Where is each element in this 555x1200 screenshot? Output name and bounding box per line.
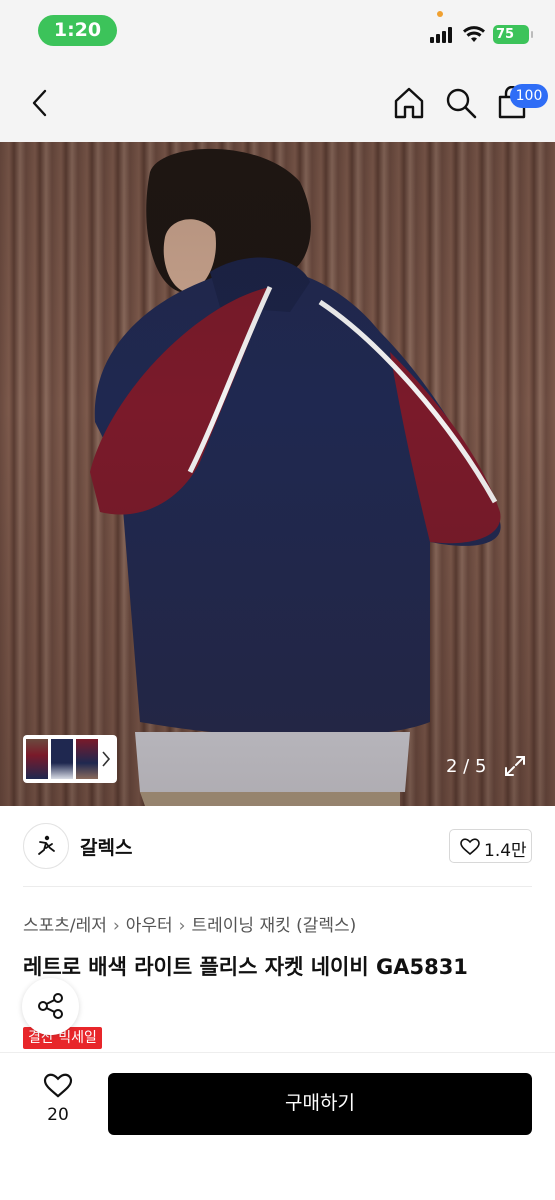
brand-logo-mark xyxy=(38,835,55,855)
brand-name[interactable]: 갈렉스 xyxy=(80,833,132,860)
battery-indicator: 75 xyxy=(493,25,533,44)
brand-like-count: 1.4만 xyxy=(484,841,527,861)
product-image-gallery[interactable]: 2 / 5 xyxy=(0,142,555,806)
gallery-page-counter: 2 / 5 xyxy=(446,756,487,777)
wishlist-button[interactable]: 20 xyxy=(38,1073,78,1153)
breadcrumb-item-2[interactable]: 아우터 xyxy=(126,916,173,936)
breadcrumb: 스포츠/레저 › 아우터 › 트레이닝 재킷 (갈렉스) xyxy=(23,911,356,936)
share-button[interactable] xyxy=(22,978,79,1035)
thumbnail-3[interactable] xyxy=(76,739,98,779)
product-title: 레트로 배색 라이트 플리스 자켓 네이비 GA5831 xyxy=(23,955,468,979)
brand-like-button[interactable]: 1.4만 xyxy=(449,829,532,863)
wifi-icon xyxy=(463,26,485,42)
section-divider xyxy=(23,886,532,887)
search-icon[interactable] xyxy=(444,86,478,120)
chevron-right-icon[interactable] xyxy=(101,749,111,769)
chevron-right-icon: › xyxy=(112,916,120,936)
expand-icon[interactable] xyxy=(503,754,527,778)
gallery-thumbnail-strip[interactable] xyxy=(23,735,117,783)
heart-icon xyxy=(460,838,480,856)
brand-logo[interactable] xyxy=(23,823,69,869)
home-icon[interactable] xyxy=(392,86,426,120)
privacy-indicator-dot xyxy=(437,11,443,17)
battery-level: 75 xyxy=(496,27,515,42)
bottom-action-bar: 20 구매하기 xyxy=(0,1052,555,1200)
share-icon xyxy=(38,993,63,1019)
image-shade xyxy=(0,142,555,806)
cellular-signal-icon xyxy=(430,27,456,43)
buy-button[interactable]: 구매하기 xyxy=(108,1073,532,1135)
wishlist-count: 20 xyxy=(47,1105,69,1125)
chevron-right-icon: › xyxy=(178,916,186,936)
top-navigation xyxy=(0,62,555,142)
thumbnail-1[interactable] xyxy=(26,739,48,779)
chevron-left-icon[interactable] xyxy=(28,88,52,118)
status-time: 1:20 xyxy=(38,15,117,46)
cart-count-badge: 100 xyxy=(510,84,548,108)
breadcrumb-item-3[interactable]: 트레이닝 재킷 (갈렉스) xyxy=(191,916,356,936)
status-bar: 1:20 75 xyxy=(0,0,555,62)
heart-icon xyxy=(43,1073,73,1098)
breadcrumb-item-1[interactable]: 스포츠/레저 xyxy=(23,916,107,936)
thumbnail-2[interactable] xyxy=(51,739,73,779)
